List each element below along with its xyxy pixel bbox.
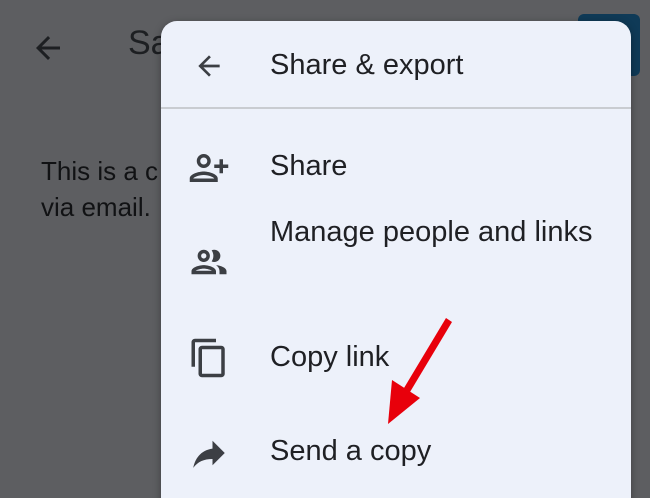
menu-item-send-copy[interactable]: Send a copy [161,416,631,488]
menu-item-label: Share [270,150,348,182]
copy-icon [191,338,225,378]
menu-item-copy-link[interactable]: Copy link [161,321,631,393]
menu-header: Share & export [161,21,631,109]
forward-arrow-icon [193,440,225,468]
people-icon [191,249,227,275]
back-arrow-icon[interactable] [193,50,225,82]
document-body-line: via email. [41,192,151,222]
back-arrow-icon[interactable] [30,30,66,66]
share-export-menu: Share & export Share Manage people and l… [161,21,631,498]
document-body-line: This is a c [41,156,159,186]
document-body: This is a c via email. [41,153,158,225]
person-add-icon [189,154,229,182]
screen: Sa This is a c via email. Share & export… [0,0,650,498]
menu-title: Share & export [270,49,464,81]
menu-item-label: Copy link [270,341,390,373]
menu-item-label: Manage people and links [270,216,593,248]
menu-item-share[interactable]: Share [161,131,631,203]
menu-item-label: Send a copy [270,435,432,467]
menu-item-manage-people[interactable]: Manage people and links [161,211,631,311]
